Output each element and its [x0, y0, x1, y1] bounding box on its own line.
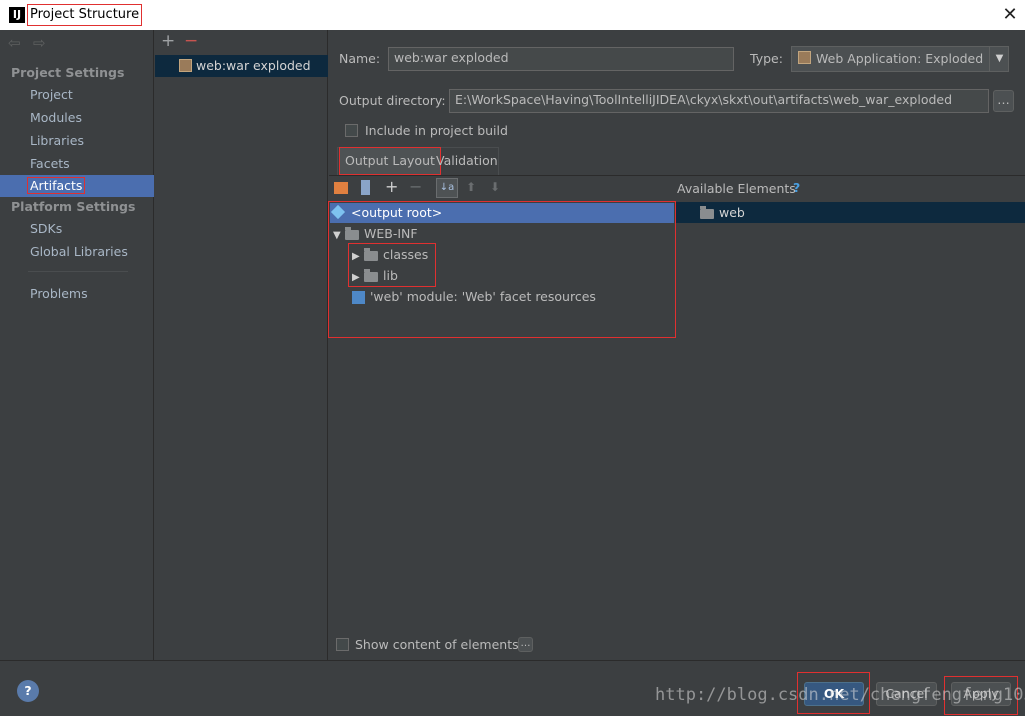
expanded-arrow-icon[interactable]: ▼: [333, 225, 345, 246]
nav-item-label: Problems: [30, 286, 88, 301]
module-folder-icon: [700, 205, 714, 219]
include-in-build-label: Include in project build: [365, 123, 508, 138]
folder-icon: [364, 247, 378, 261]
close-icon[interactable]: ✕: [998, 3, 1022, 27]
move-down-button[interactable]: ⬇: [490, 180, 500, 194]
remove-artifact-button[interactable]: −: [184, 31, 198, 51]
web-inf-label: WEB-INF: [364, 226, 418, 241]
forward-arrow-icon[interactable]: ⇨: [33, 34, 46, 52]
artifact-name-input[interactable]: web:war exploded: [388, 47, 734, 71]
nav-item-label: Libraries: [30, 133, 84, 148]
artifacts-list-panel: [155, 30, 328, 660]
create-directory-icon[interactable]: [334, 182, 348, 194]
sort-elements-button[interactable]: ↓a: [436, 178, 458, 198]
nav-item-project[interactable]: Project: [0, 84, 154, 106]
nav-item-label: Artifacts: [26, 177, 86, 194]
nav-item-label: SDKs: [30, 221, 63, 236]
tree-row-lib[interactable]: ▶ lib: [352, 265, 398, 286]
war-artifact-icon: [179, 59, 192, 72]
output-root-label: <output root>: [351, 205, 443, 220]
browse-button[interactable]: …: [993, 90, 1014, 112]
folder-icon: [364, 268, 378, 282]
lib-label: lib: [383, 268, 398, 283]
output-directory-label: Output directory:: [339, 93, 446, 108]
web-facet-icon: [352, 291, 365, 304]
nav-item-modules[interactable]: Modules: [0, 107, 154, 129]
collapsed-arrow-icon[interactable]: ▶: [352, 246, 364, 267]
create-archive-icon[interactable]: [361, 180, 370, 195]
artifact-type-value: Web Application: Exploded: [816, 51, 984, 66]
nav-item-label: Project: [30, 87, 73, 102]
nav-item-label: Modules: [30, 110, 82, 125]
watermark-text: http://blog.csdn.net/chengfengfeng1052: [655, 685, 1025, 705]
tab-output-layout[interactable]: Output Layout: [339, 147, 441, 175]
title-bar: [0, 0, 1025, 30]
nav-item-global-libraries[interactable]: Global Libraries: [0, 241, 154, 263]
classes-label: classes: [383, 247, 429, 262]
nav-divider: [28, 271, 128, 272]
add-artifact-button[interactable]: +: [161, 31, 175, 51]
nav-item-sdks[interactable]: SDKs: [0, 218, 154, 240]
tree-row-classes[interactable]: ▶ classes: [352, 244, 428, 265]
available-elements-header: Available Elements: [677, 181, 796, 196]
show-content-label: Show content of elements: [355, 637, 519, 652]
available-web-label: web: [719, 205, 745, 220]
nav-item-label: Global Libraries: [30, 244, 128, 259]
tab-divider: [329, 175, 1025, 176]
output-directory-input[interactable]: E:\WorkSpace\Having\ToolIntelliJIDEA\cky…: [449, 89, 989, 113]
show-content-checkbox[interactable]: [336, 638, 349, 651]
show-content-more-button[interactable]: …: [518, 637, 533, 652]
type-label: Type:: [750, 51, 783, 66]
tree-row-facet-resources[interactable]: 'web' module: 'Web' facet resources: [352, 286, 596, 307]
remove-element-button[interactable]: −: [409, 177, 422, 196]
intellij-app-icon: IJ: [9, 7, 25, 23]
nav-item-artifacts[interactable]: Artifacts: [0, 175, 154, 197]
tab-validation[interactable]: Validation: [431, 148, 503, 174]
web-app-icon: [798, 51, 811, 64]
help-icon[interactable]: ?: [17, 680, 39, 702]
tree-row-web-inf[interactable]: ▼ WEB-INF: [333, 223, 418, 244]
folder-icon: [345, 226, 359, 240]
add-element-button[interactable]: +: [385, 177, 398, 196]
project-settings-header: Project Settings: [11, 65, 125, 80]
back-arrow-icon[interactable]: ⇦: [8, 34, 21, 52]
name-label: Name:: [339, 51, 381, 66]
nav-item-label: Facets: [30, 156, 70, 171]
help-icon[interactable]: ?: [793, 180, 800, 195]
nav-item-problems[interactable]: Problems: [0, 283, 154, 305]
collapsed-arrow-icon[interactable]: ▶: [352, 267, 364, 288]
move-up-button[interactable]: ⬆: [466, 180, 476, 194]
nav-item-facets[interactable]: Facets: [0, 153, 154, 175]
platform-settings-header: Platform Settings: [11, 199, 136, 214]
chevron-down-icon[interactable]: ▼: [989, 47, 1009, 71]
include-in-build-checkbox[interactable]: [345, 124, 358, 137]
artifact-name-label: web:war exploded: [196, 58, 311, 73]
window-title: Project Structure: [26, 4, 143, 26]
facet-resources-label: 'web' module: 'Web' facet resources: [370, 289, 596, 304]
available-web-item[interactable]: web: [700, 202, 745, 223]
nav-item-libraries[interactable]: Libraries: [0, 130, 154, 152]
